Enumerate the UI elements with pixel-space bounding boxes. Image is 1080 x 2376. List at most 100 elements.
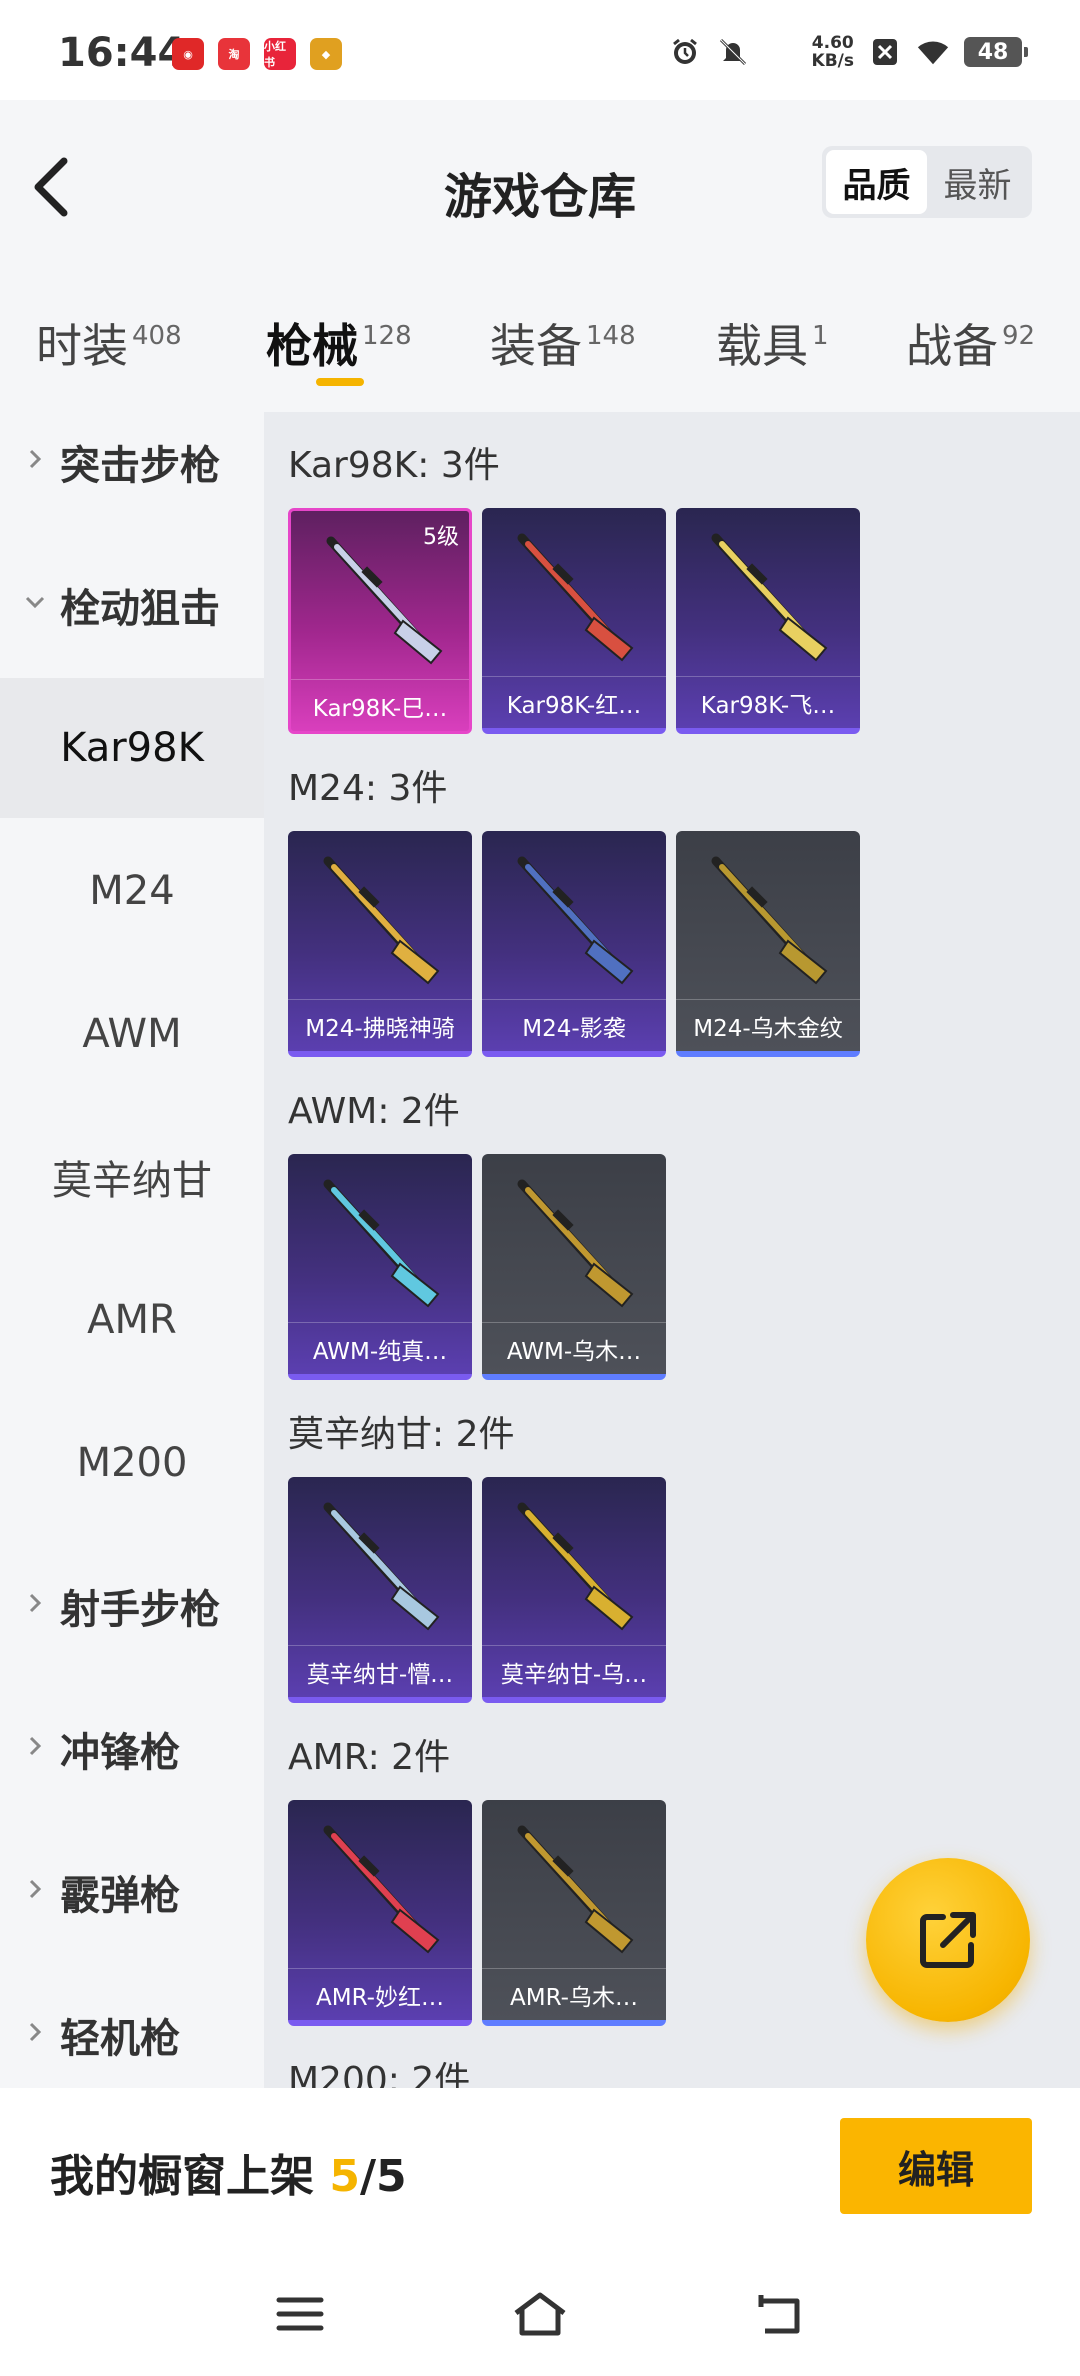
sidebar-item-label: M24 (89, 868, 175, 914)
sidebar-item-11[interactable]: 轻机枪 (0, 1965, 264, 2088)
weapon-card[interactable]: AMR-妙红… (288, 1800, 472, 2026)
rifle-icon (711, 533, 828, 662)
weapon-card[interactable]: M24-拂晓神骑 (288, 831, 472, 1057)
wifi-icon (916, 35, 950, 69)
weapon-card-label: M24-拂晓神骑 (288, 999, 472, 1051)
showcase-status: 我的橱窗上架 5/5 (50, 2151, 407, 2202)
sidebar-item-4[interactable]: AWM (0, 964, 264, 1104)
mute-icon (716, 35, 750, 69)
sidebar-item-label: AWM (82, 1011, 182, 1057)
weapon-card[interactable]: AWM-纯真… (288, 1154, 472, 1380)
weapon-card[interactable]: 莫辛纳甘-乌… (482, 1477, 666, 1703)
weapon-card[interactable]: M24-乌木金纹 (676, 831, 860, 1057)
sidebar-item-8[interactable]: 射手步枪 (0, 1536, 264, 1676)
taobao-icon: 淘 (218, 38, 250, 70)
weapon-card[interactable]: AMR-乌木… (482, 1800, 666, 2026)
back-nav-button[interactable] (750, 2284, 810, 2344)
weapon-card[interactable]: 5级 Kar98K-巳… (288, 508, 472, 734)
weapon-card[interactable]: Kar98K-飞… (676, 508, 860, 734)
sort-latest-button[interactable]: 最新 (927, 150, 1028, 214)
home-icon (514, 2292, 566, 2336)
weapon-card-label: AMR-乌木… (482, 1968, 666, 2020)
weapon-card[interactable]: Kar98K-红… (482, 508, 666, 734)
weapon-card-label: Kar98K-红… (482, 676, 666, 728)
showcase-bar: 我的橱窗上架 5/5 编辑 (0, 2088, 1080, 2248)
sidebar-item-label: Kar98K (60, 725, 204, 771)
sidebar-item-3[interactable]: M24 (0, 821, 264, 961)
tab-vehicles[interactable]: 载具 1 (716, 310, 829, 376)
rifle-icon (323, 856, 440, 985)
menu-nav-button[interactable] (270, 2284, 330, 2344)
tab-equipment[interactable]: 装备 148 (490, 310, 636, 376)
network-speed: 4.60 KB/s (811, 33, 854, 71)
menu-icon (276, 2297, 324, 2331)
return-icon (758, 2295, 800, 2334)
sort-toggle: 品质 最新 (822, 146, 1032, 218)
weapon-card-label: Kar98K-巳… (291, 679, 469, 731)
share-button[interactable] (866, 1858, 1030, 2022)
sidebar-item-6[interactable]: AMR (0, 1250, 264, 1390)
weapon-card[interactable]: AWM-乌木… (482, 1154, 666, 1380)
chevron-right-icon (29, 1593, 42, 1613)
sort-quality-button[interactable]: 品质 (826, 150, 927, 214)
weapon-card-label: Kar98K-飞… (676, 676, 860, 728)
sidebar-item-label: 莫辛纳甘 (52, 1158, 212, 1204)
chevron-right-icon (29, 1879, 42, 1899)
weapon-card-label: AWM-乌木… (482, 1322, 666, 1374)
section-title: AMR: 2件 (288, 1737, 451, 1778)
edit-button[interactable]: 编辑 (840, 2118, 1032, 2214)
sidebar-item-9[interactable]: 冲锋枪 (0, 1679, 264, 1819)
header: 游戏仓库 品质 最新 (0, 100, 1080, 270)
status-bar: 16:44 ◉ 淘小红书 ◆ 4.60 KB/s 48 (0, 0, 1080, 100)
tab-supplies[interactable]: 战备 92 (906, 310, 1035, 376)
level-badge: 5级 (423, 525, 459, 550)
weapon-card-label: M24-影袭 (482, 999, 666, 1051)
chevron-right-icon (29, 2022, 42, 2042)
moon-icon (764, 35, 798, 69)
tab-fashion[interactable]: 时装 408 (36, 310, 182, 376)
weapon-type-sidebar: 突击步枪栓动狙击 Kar98K M24 AWM 莫辛纳甘 AMR M200 射手步枪冲锋枪霰弹… (0, 412, 264, 2088)
weapon-card-label: 莫辛纳甘-懵… (288, 1645, 472, 1697)
weapon-card[interactable]: M24-影袭 (482, 831, 666, 1057)
status-indicators: 4.60 KB/s 48 (668, 33, 1028, 71)
rifle-icon (323, 1825, 440, 1954)
section-title: 莫辛纳甘: 2件 (288, 1414, 515, 1455)
weapon-card-label: AWM-纯真… (288, 1322, 472, 1374)
category-tabs: 时装 408 枪械 128 装备 148 载具 1 战备 92 (0, 270, 1080, 412)
netease-music-icon: ◉ (172, 38, 204, 70)
home-nav-button[interactable] (510, 2284, 570, 2344)
sidebar-item-label: 冲锋枪 (60, 1730, 180, 1776)
sidebar-item-label: 射手步枪 (60, 1587, 220, 1633)
xiaohongshu-icon: 小红书 (264, 38, 296, 70)
game-app-icon: ◆ (310, 38, 342, 70)
weapon-card-label: AMR-妙红… (288, 1968, 472, 2020)
sidebar-item-label: 轻机枪 (60, 2016, 180, 2062)
sidebar-item-5[interactable]: 莫辛纳甘 (0, 1107, 264, 1247)
rifle-icon (517, 1825, 634, 1954)
section-title: M200: 2件 (288, 2060, 471, 2088)
active-tab-indicator (316, 378, 364, 386)
weapon-card[interactable]: 莫辛纳甘-懵… (288, 1477, 472, 1703)
notification-icons: ◉ 淘小红书 ◆ (172, 38, 342, 70)
sidebar-item-label: AMR (87, 1297, 177, 1343)
rifle-icon (517, 856, 634, 985)
share-icon (920, 1912, 976, 1968)
alarm-icon (668, 35, 702, 69)
sidebar-item-label: 霰弹枪 (60, 1873, 180, 1919)
sidebar-item-label: 突击步枪 (60, 443, 220, 489)
weapon-card-label: 莫辛纳甘-乌… (482, 1645, 666, 1697)
sidebar-item-7[interactable]: M200 (0, 1393, 264, 1533)
sidebar-item-1[interactable]: 栓动狙击 (0, 535, 264, 675)
sidebar-item-0[interactable]: 突击步枪 (0, 412, 264, 532)
chevron-down-icon (25, 596, 45, 609)
sidebar-item-2[interactable]: Kar98K (0, 678, 264, 818)
sidebar-item-10[interactable]: 霰弹枪 (0, 1822, 264, 1962)
chevron-right-icon (29, 449, 42, 469)
rifle-icon (517, 1502, 634, 1631)
rifle-icon (711, 856, 828, 985)
weapon-grid[interactable]: Kar98K: 3件 5级 Kar98K-巳… Kar98K-红… Kar98K-飞… M… (264, 412, 1080, 2088)
battery-indicator: 48 (964, 37, 1028, 67)
weapon-card-label: M24-乌木金纹 (676, 999, 860, 1051)
sidebar-item-label: M200 (76, 1440, 188, 1486)
tab-firearms[interactable]: 枪械 128 (266, 310, 412, 376)
